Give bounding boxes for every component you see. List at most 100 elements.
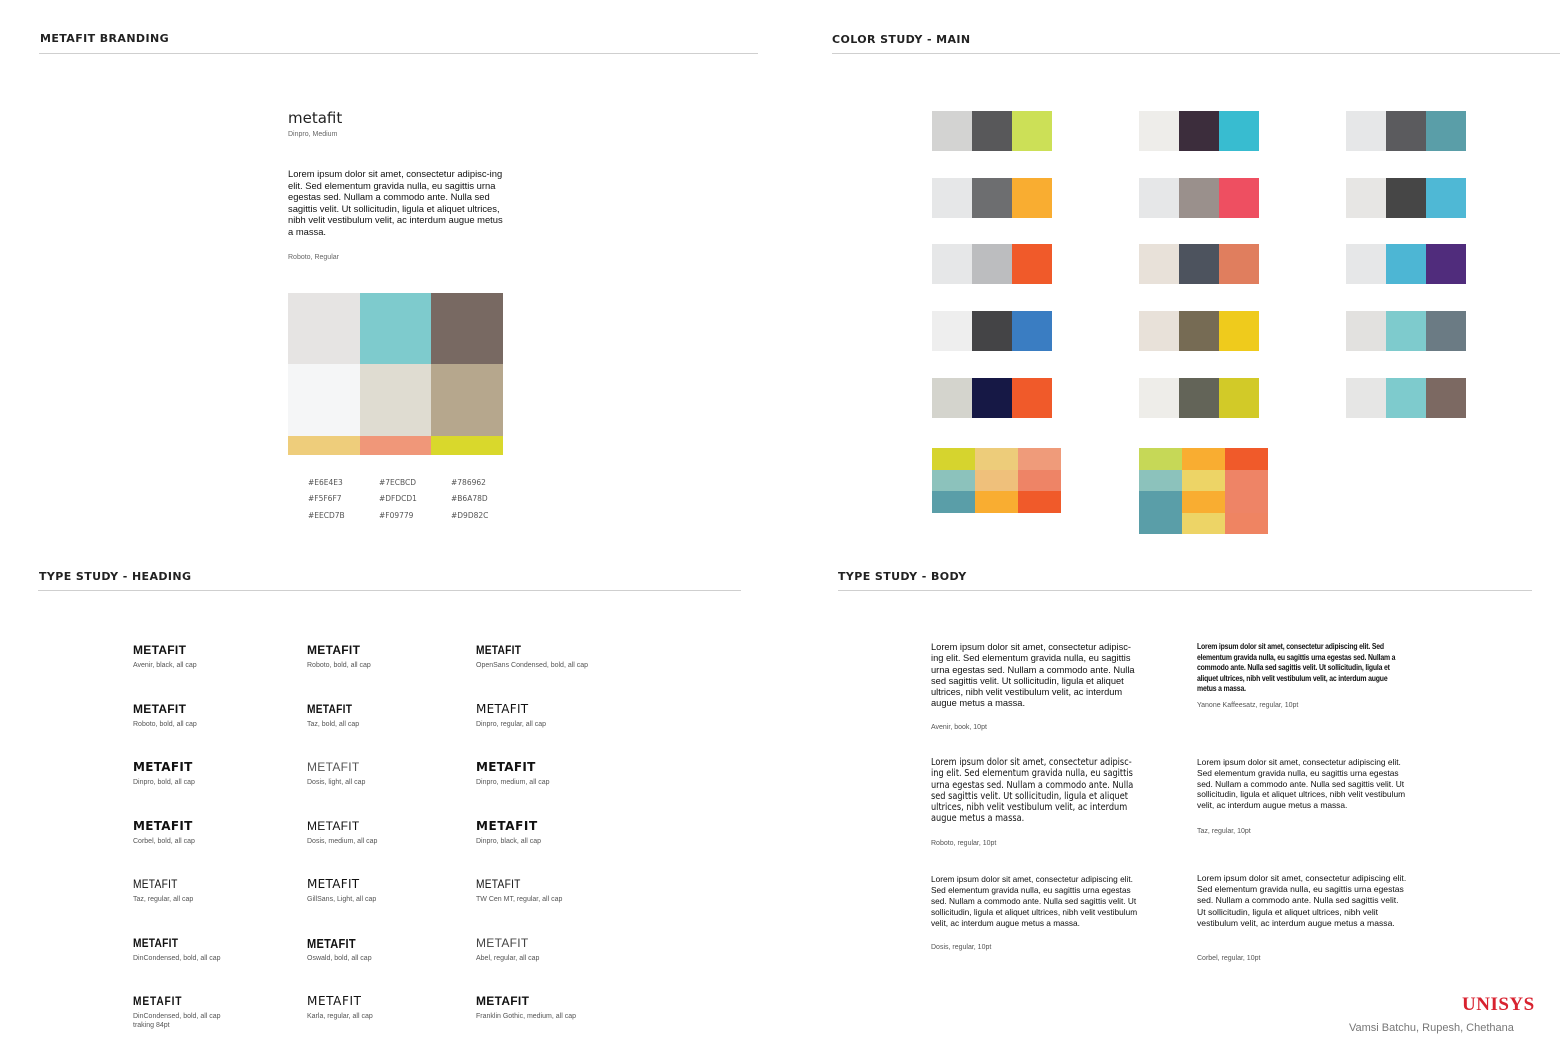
palette-strip [1346, 311, 1466, 351]
type-body-sample: Lorem ipsum dolor sit amet, consectetur … [931, 874, 1138, 928]
palette-swatch [1018, 469, 1061, 491]
brand-swatch [360, 293, 431, 364]
type-body-caption: Yanone Kaffeesatz, regular, 10pt [1197, 702, 1299, 709]
palette-swatch [932, 448, 975, 470]
type-heading-sample: METAFIT [133, 819, 193, 833]
type-body-caption: Dosis, regular, 10pt [931, 944, 992, 951]
type-heading-sample: METAFIT [133, 936, 179, 950]
palette-swatch [1219, 111, 1259, 151]
type-heading-caption: DinCondensed, bold, all cap [133, 1013, 221, 1020]
palette-swatch [1346, 311, 1386, 351]
type-body-caption: Roboto, regular, 10pt [931, 840, 997, 847]
type-heading-sample: METAFIT [307, 877, 360, 891]
type-heading-sample: METAFIT [307, 936, 356, 951]
palette-strip [932, 244, 1052, 284]
palette-swatch [1012, 244, 1052, 284]
type-heading-sample: METAFIT [307, 702, 353, 716]
type-heading-sample: METAFIT [307, 643, 361, 657]
palette-swatch [1139, 178, 1179, 218]
palette-swatch [1182, 448, 1225, 470]
brand-swatch [360, 364, 431, 436]
brand-name: metafit [288, 109, 343, 127]
brand-swatch [288, 436, 360, 455]
palette-swatch [1179, 178, 1219, 218]
section-title-branding: METAFIT BRANDING [40, 32, 169, 45]
type-body-caption: Avenir, book, 10pt [931, 724, 987, 731]
hex-label: #E6E4E3 [308, 478, 343, 487]
palette-strip [1139, 311, 1259, 351]
type-body-sample: Lorem ipsum dolor sit amet, consectetur … [1197, 873, 1407, 928]
type-heading-sample: METAFIT [307, 819, 360, 833]
palette-swatch [1179, 111, 1219, 151]
palette-strip [1346, 111, 1466, 151]
palette-swatch [1179, 244, 1219, 284]
type-body-sample: Lorem ipsum dolor sit amet, consectetur … [1197, 642, 1396, 693]
type-heading-caption: Avenir, black, all cap [133, 662, 197, 669]
palette-swatch [1346, 378, 1386, 418]
palette-swatch [1179, 311, 1219, 351]
palette-swatch [1139, 512, 1182, 534]
palette-swatch [1426, 311, 1466, 351]
type-heading-caption: Oswald, bold, all cap [307, 955, 372, 962]
palette-swatch [975, 491, 1018, 513]
type-heading-caption: Dinpro, black, all cap [476, 838, 541, 845]
type-heading-caption: Franklin Gothic, medium, all cap [476, 1013, 576, 1020]
palette-swatch [1012, 378, 1052, 418]
type-heading-sample: METAFIT [476, 994, 530, 1008]
palette-swatch [1139, 448, 1182, 470]
type-heading-caption: Dinpro, medium, all cap [476, 779, 550, 786]
type-heading-caption: Roboto, bold, all cap [133, 721, 197, 728]
brand-swatch [431, 364, 503, 436]
palette-strip [1346, 378, 1466, 418]
brand-body-font: Roboto, Regular [288, 254, 339, 261]
palette-swatch [1139, 311, 1179, 351]
type-heading-caption: Dosis, light, all cap [307, 779, 366, 786]
palette-swatch [1182, 512, 1225, 534]
section-title-type-body: TYPE STUDY - BODY [838, 570, 967, 583]
unisys-logo: UNISYS [1462, 994, 1535, 1015]
type-heading-caption: Taz, bold, all cap [307, 721, 360, 728]
type-heading-caption: OpenSans Condensed, bold, all cap [476, 662, 589, 669]
palette-swatch [1219, 378, 1259, 418]
palette-swatch [1225, 448, 1268, 470]
palette-strip [1346, 244, 1466, 284]
palette-swatch [1012, 111, 1052, 151]
type-heading-caption-2: traking 84pt [133, 1022, 170, 1029]
hex-label: #EECD7B [308, 511, 345, 520]
palette-swatch [1219, 244, 1259, 284]
type-body-sample: Lorem ipsum dolor sit amet, consectetur … [931, 642, 1135, 709]
section-title-color-main: COLOR STUDY - MAIN [832, 33, 971, 46]
divider [39, 53, 758, 54]
type-heading-sample: METAFIT [476, 643, 522, 657]
palette-swatch [1346, 111, 1386, 151]
palette-strip [1139, 178, 1259, 218]
credit-text: Vamsi Batchu, Rupesh, Chethana [1349, 1022, 1514, 1034]
palette-swatch [972, 311, 1012, 351]
palette-strip [1139, 111, 1259, 151]
brand-body-text: Lorem ipsum dolor sit amet, consectetur … [288, 168, 503, 237]
palette-swatch [1426, 244, 1466, 284]
palette-swatch [1386, 378, 1426, 418]
type-heading-sample: METAFIT [476, 877, 521, 891]
type-heading-sample: METAFIT [133, 877, 178, 891]
type-heading-sample: METAFIT [133, 994, 183, 1008]
palette-swatch [1219, 311, 1259, 351]
hex-label: #F5F6F7 [308, 494, 342, 503]
palette-swatch [932, 469, 975, 491]
type-heading-sample: METAFIT [307, 994, 362, 1008]
palette-grid [932, 448, 1061, 513]
type-heading-caption: Dinpro, regular, all cap [476, 721, 547, 728]
palette-strip [1139, 244, 1259, 284]
palette-swatch [1018, 448, 1061, 470]
brand-swatch [431, 293, 503, 364]
divider [838, 590, 1532, 591]
brand-swatch [431, 436, 503, 455]
palette-swatch [1012, 311, 1052, 351]
type-heading-caption: Roboto, bold, all cap [307, 662, 371, 669]
palette-swatch [1386, 111, 1426, 151]
type-heading-sample: METAFIT [476, 760, 536, 774]
type-heading-caption: Taz, regular, all cap [133, 896, 194, 903]
divider [832, 53, 1560, 54]
type-heading-sample: METAFIT [307, 760, 360, 774]
type-heading-sample: METAFIT [476, 702, 529, 716]
